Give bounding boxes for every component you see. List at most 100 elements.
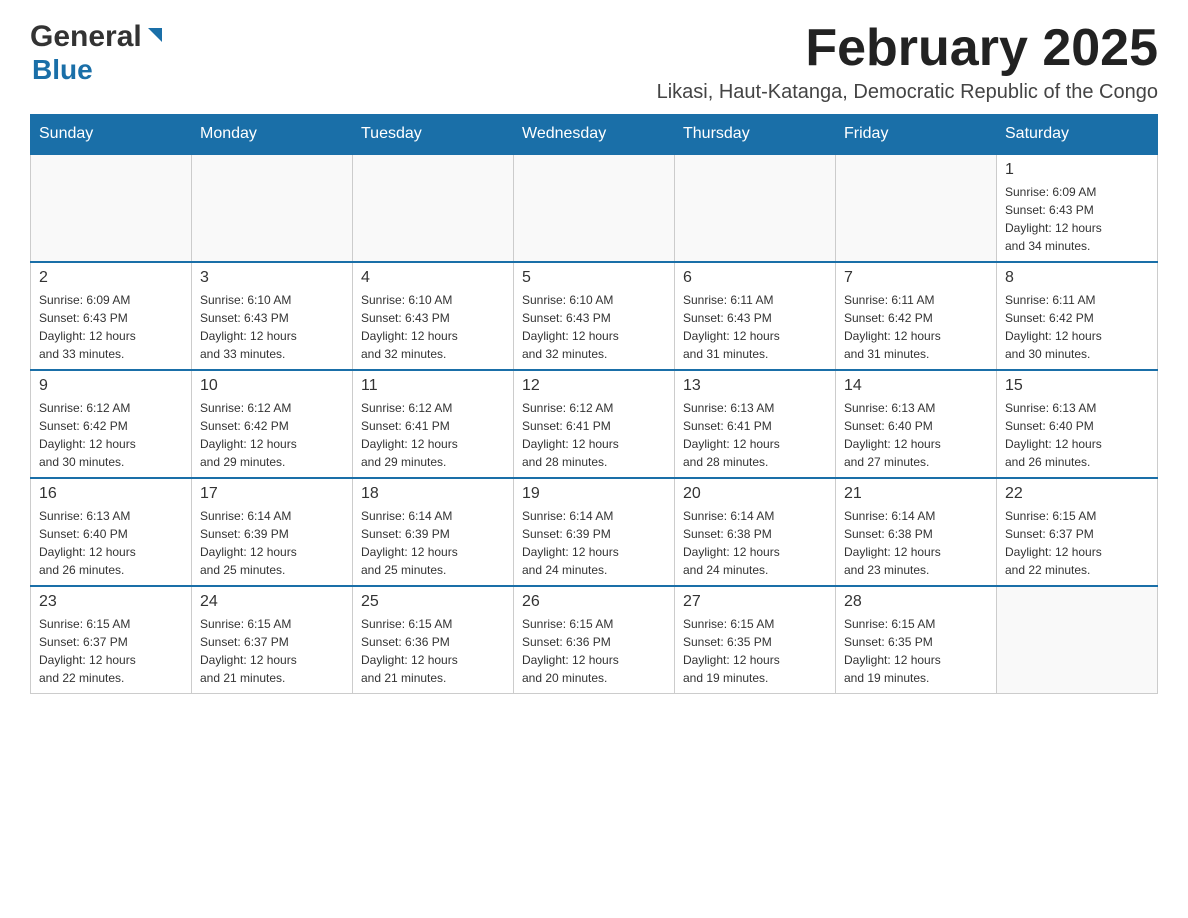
table-row: 24 Sunrise: 6:15 AM Sunset: 6:37 PM Dayli… xyxy=(192,586,353,694)
month-title: February 2025 xyxy=(657,20,1158,77)
day-number: 16 xyxy=(39,485,183,503)
day-info: Sunrise: 6:15 AM Sunset: 6:36 PM Dayligh… xyxy=(522,615,666,687)
table-row: 28Sunrise: 6:15 AM Sunset: 6:35 PM Dayli… xyxy=(836,586,997,694)
calendar-week-row: 1 Sunrise: 6:09 AM Sunset: 6:43 PM Daylig… xyxy=(31,154,1158,262)
day-info: Sunrise: 6:10 AM Sunset: 6:43 PM Dayligh… xyxy=(200,291,344,363)
table-row: 9 Sunrise: 6:12 AM Sunset: 6:42 PM Daylig… xyxy=(31,370,192,478)
table-row: 16 Sunrise: 6:13 AM Sunset: 6:40 PM Dayli… xyxy=(31,478,192,586)
day-number: 15 xyxy=(1005,377,1149,395)
table-row: 5 Sunrise: 6:10 AM Sunset: 6:43 PM Daylig… xyxy=(514,262,675,370)
day-number: 17 xyxy=(200,485,344,503)
day-number: 21 xyxy=(844,485,988,503)
day-number: 22 xyxy=(1005,485,1149,503)
day-info: Sunrise: 6:10 AM Sunset: 6:43 PM Dayligh… xyxy=(522,291,666,363)
header-friday: Friday xyxy=(836,115,997,155)
day-info: Sunrise: 6:13 AM Sunset: 6:40 PM Dayligh… xyxy=(1005,399,1149,471)
table-row: 6 Sunrise: 6:11 AM Sunset: 6:43 PM Daylig… xyxy=(675,262,836,370)
day-info: Sunrise: 6:14 AM Sunset: 6:38 PM Dayligh… xyxy=(683,507,827,579)
day-info: Sunrise: 6:14 AM Sunset: 6:38 PM Dayligh… xyxy=(844,507,988,579)
day-info: Sunrise: 6:13 AM Sunset: 6:40 PM Dayligh… xyxy=(844,399,988,471)
table-row: 21 Sunrise: 6:14 AM Sunset: 6:38 PM Dayli… xyxy=(836,478,997,586)
day-info: Sunrise: 6:15 AM Sunset: 6:35 PM Dayligh… xyxy=(683,615,827,687)
day-info: Sunrise: 6:10 AM Sunset: 6:43 PM Dayligh… xyxy=(361,291,505,363)
table-row xyxy=(836,154,997,262)
day-number: 2 xyxy=(39,269,183,287)
table-row: 14 Sunrise: 6:13 AM Sunset: 6:40 PM Dayli… xyxy=(836,370,997,478)
table-row: 1 Sunrise: 6:09 AM Sunset: 6:43 PM Daylig… xyxy=(997,154,1158,262)
day-info: Sunrise: 6:15 AM Sunset: 6:37 PM Dayligh… xyxy=(200,615,344,687)
day-number: 28 xyxy=(844,593,988,611)
header-thursday: Thursday xyxy=(675,115,836,155)
day-number: 8 xyxy=(1005,269,1149,287)
day-info: Sunrise: 6:11 AM Sunset: 6:43 PM Dayligh… xyxy=(683,291,827,363)
day-info: Sunrise: 6:09 AM Sunset: 6:43 PM Dayligh… xyxy=(39,291,183,363)
day-number: 11 xyxy=(361,377,505,395)
table-row: 18 Sunrise: 6:14 AM Sunset: 6:39 PM Dayli… xyxy=(353,478,514,586)
calendar-header-row: Sunday Monday Tuesday Wednesday Thursday… xyxy=(31,115,1158,155)
table-row xyxy=(997,586,1158,694)
logo-general-text: General xyxy=(30,20,142,54)
table-row: 26 Sunrise: 6:15 AM Sunset: 6:36 PM Dayli… xyxy=(514,586,675,694)
day-info: Sunrise: 6:11 AM Sunset: 6:42 PM Dayligh… xyxy=(1005,291,1149,363)
day-number: 26 xyxy=(522,593,666,611)
day-info: Sunrise: 6:15 AM Sunset: 6:36 PM Dayligh… xyxy=(361,615,505,687)
table-row xyxy=(675,154,836,262)
day-number: 1 xyxy=(1005,161,1149,179)
table-row: 20Sunrise: 6:14 AM Sunset: 6:38 PM Dayli… xyxy=(675,478,836,586)
day-number: 9 xyxy=(39,377,183,395)
day-info: Sunrise: 6:13 AM Sunset: 6:41 PM Dayligh… xyxy=(683,399,827,471)
table-row: 13 Sunrise: 6:13 AM Sunset: 6:41 PM Dayli… xyxy=(675,370,836,478)
day-number: 13 xyxy=(683,377,827,395)
table-row: 2 Sunrise: 6:09 AM Sunset: 6:43 PM Daylig… xyxy=(31,262,192,370)
day-number: 19 xyxy=(522,485,666,503)
header-wednesday: Wednesday xyxy=(514,115,675,155)
table-row: 4 Sunrise: 6:10 AM Sunset: 6:43 PM Daylig… xyxy=(353,262,514,370)
day-info: Sunrise: 6:15 AM Sunset: 6:37 PM Dayligh… xyxy=(1005,507,1149,579)
day-info: Sunrise: 6:14 AM Sunset: 6:39 PM Dayligh… xyxy=(522,507,666,579)
day-number: 3 xyxy=(200,269,344,287)
day-info: Sunrise: 6:09 AM Sunset: 6:43 PM Dayligh… xyxy=(1005,183,1149,255)
day-info: Sunrise: 6:15 AM Sunset: 6:37 PM Dayligh… xyxy=(39,615,183,687)
calendar-week-row: 2 Sunrise: 6:09 AM Sunset: 6:43 PM Daylig… xyxy=(31,262,1158,370)
day-number: 5 xyxy=(522,269,666,287)
day-info: Sunrise: 6:11 AM Sunset: 6:42 PM Dayligh… xyxy=(844,291,988,363)
logo-blue-text: Blue xyxy=(32,54,93,85)
table-row: 23 Sunrise: 6:15 AM Sunset: 6:37 PM Dayli… xyxy=(31,586,192,694)
table-row: 10 Sunrise: 6:12 AM Sunset: 6:42 PM Dayli… xyxy=(192,370,353,478)
table-row: 11 Sunrise: 6:12 AM Sunset: 6:41 PM Dayli… xyxy=(353,370,514,478)
day-info: Sunrise: 6:14 AM Sunset: 6:39 PM Dayligh… xyxy=(361,507,505,579)
table-row: 15 Sunrise: 6:13 AM Sunset: 6:40 PM Dayli… xyxy=(997,370,1158,478)
header-tuesday: Tuesday xyxy=(353,115,514,155)
day-number: 12 xyxy=(522,377,666,395)
calendar-week-row: 9 Sunrise: 6:12 AM Sunset: 6:42 PM Daylig… xyxy=(31,370,1158,478)
table-row xyxy=(31,154,192,262)
day-info: Sunrise: 6:12 AM Sunset: 6:41 PM Dayligh… xyxy=(522,399,666,471)
header-sunday: Sunday xyxy=(31,115,192,155)
table-row xyxy=(192,154,353,262)
calendar-week-row: 23 Sunrise: 6:15 AM Sunset: 6:37 PM Dayli… xyxy=(31,586,1158,694)
day-info: Sunrise: 6:12 AM Sunset: 6:41 PM Dayligh… xyxy=(361,399,505,471)
day-number: 7 xyxy=(844,269,988,287)
day-number: 4 xyxy=(361,269,505,287)
table-row: 8 Sunrise: 6:11 AM Sunset: 6:42 PM Daylig… xyxy=(997,262,1158,370)
day-number: 14 xyxy=(844,377,988,395)
day-info: Sunrise: 6:14 AM Sunset: 6:39 PM Dayligh… xyxy=(200,507,344,579)
table-row xyxy=(353,154,514,262)
day-number: 10 xyxy=(200,377,344,395)
table-row xyxy=(514,154,675,262)
day-info: Sunrise: 6:13 AM Sunset: 6:40 PM Dayligh… xyxy=(39,507,183,579)
logo-arrow-icon xyxy=(144,24,166,51)
day-number: 23 xyxy=(39,593,183,611)
day-number: 18 xyxy=(361,485,505,503)
table-row: 12 Sunrise: 6:12 AM Sunset: 6:41 PM Dayli… xyxy=(514,370,675,478)
day-info: Sunrise: 6:12 AM Sunset: 6:42 PM Dayligh… xyxy=(39,399,183,471)
table-row: 27 Sunrise: 6:15 AM Sunset: 6:35 PM Dayli… xyxy=(675,586,836,694)
calendar-week-row: 16 Sunrise: 6:13 AM Sunset: 6:40 PM Dayli… xyxy=(31,478,1158,586)
day-number: 6 xyxy=(683,269,827,287)
day-number: 27 xyxy=(683,593,827,611)
table-row: 7 Sunrise: 6:11 AM Sunset: 6:42 PM Daylig… xyxy=(836,262,997,370)
day-info: Sunrise: 6:12 AM Sunset: 6:42 PM Dayligh… xyxy=(200,399,344,471)
table-row: 19 Sunrise: 6:14 AM Sunset: 6:39 PM Dayli… xyxy=(514,478,675,586)
day-number: 24 xyxy=(200,593,344,611)
page-header: General Blue February 2025 Likasi, Haut-… xyxy=(30,20,1158,104)
